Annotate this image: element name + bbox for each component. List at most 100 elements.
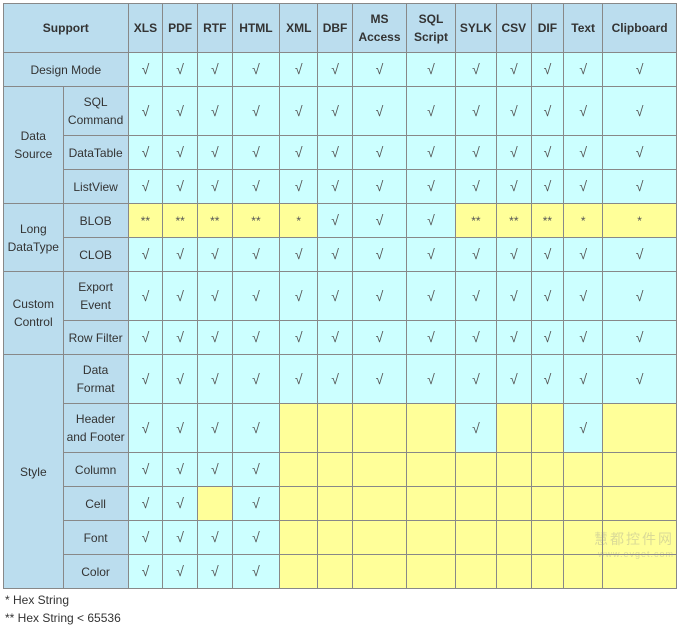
support-cell: √ bbox=[531, 272, 564, 321]
row-header: DataTable bbox=[63, 136, 128, 170]
support-cell bbox=[280, 487, 318, 521]
support-cell: √ bbox=[197, 404, 232, 453]
support-cell: √ bbox=[352, 136, 406, 170]
table-row: Custom ControlExport Event√√√√√√√√√√√√√ bbox=[4, 272, 677, 321]
support-cell: √ bbox=[232, 238, 280, 272]
support-cell: √ bbox=[497, 53, 532, 87]
support-cell bbox=[352, 404, 406, 453]
support-cell bbox=[280, 555, 318, 589]
support-cell: √ bbox=[232, 321, 280, 355]
support-cell: √ bbox=[531, 321, 564, 355]
support-cell: √ bbox=[280, 238, 318, 272]
support-cell bbox=[280, 453, 318, 487]
header-col-sylk: SYLK bbox=[455, 4, 496, 53]
support-cell bbox=[407, 521, 456, 555]
support-cell: √ bbox=[603, 87, 677, 136]
support-cell bbox=[318, 555, 353, 589]
support-cell: √ bbox=[407, 321, 456, 355]
support-cell: √ bbox=[280, 355, 318, 404]
row-header: Header and Footer bbox=[63, 404, 128, 453]
support-cell: √ bbox=[352, 87, 406, 136]
support-cell bbox=[407, 487, 456, 521]
support-cell: √ bbox=[531, 355, 564, 404]
support-cell bbox=[318, 521, 353, 555]
support-cell bbox=[318, 404, 353, 453]
support-cell: √ bbox=[407, 355, 456, 404]
support-cell: √ bbox=[163, 487, 198, 521]
support-cell: √ bbox=[197, 87, 232, 136]
support-cell: √ bbox=[232, 87, 280, 136]
table-body: Design Mode√√√√√√√√√√√√√Data SourceSQL C… bbox=[4, 53, 677, 589]
support-cell: √ bbox=[318, 204, 353, 238]
support-cell bbox=[564, 487, 603, 521]
support-cell bbox=[603, 521, 677, 555]
support-cell: √ bbox=[163, 238, 198, 272]
support-cell: √ bbox=[407, 238, 456, 272]
support-cell: √ bbox=[531, 53, 564, 87]
support-cell: √ bbox=[318, 355, 353, 404]
support-cell bbox=[352, 453, 406, 487]
table-header: Support XLS PDF RTF HTML XML DBF MS Acce… bbox=[4, 4, 677, 53]
support-cell bbox=[455, 521, 496, 555]
group-header: Design Mode bbox=[4, 53, 129, 87]
support-cell: √ bbox=[128, 321, 163, 355]
support-cell: √ bbox=[232, 404, 280, 453]
support-cell: √ bbox=[318, 321, 353, 355]
support-cell: √ bbox=[163, 404, 198, 453]
support-cell: √ bbox=[318, 272, 353, 321]
support-cell: √ bbox=[197, 521, 232, 555]
support-cell: √ bbox=[564, 170, 603, 204]
support-cell: √ bbox=[497, 321, 532, 355]
support-cell: √ bbox=[128, 521, 163, 555]
support-cell bbox=[497, 555, 532, 589]
support-cell: ** bbox=[232, 204, 280, 238]
support-cell: √ bbox=[455, 87, 496, 136]
support-cell bbox=[407, 453, 456, 487]
table-row: ListView√√√√√√√√√√√√√ bbox=[4, 170, 677, 204]
support-cell: √ bbox=[603, 272, 677, 321]
support-cell bbox=[603, 487, 677, 521]
support-cell bbox=[531, 404, 564, 453]
support-cell: √ bbox=[352, 53, 406, 87]
row-header: Font bbox=[63, 521, 128, 555]
table-row: Cell√√√ bbox=[4, 487, 677, 521]
support-cell bbox=[455, 453, 496, 487]
header-col-msaccess: MS Access bbox=[352, 4, 406, 53]
support-cell: √ bbox=[280, 87, 318, 136]
support-cell: √ bbox=[455, 170, 496, 204]
support-cell: √ bbox=[280, 321, 318, 355]
footnote-1: * Hex String bbox=[3, 589, 677, 607]
support-cell: √ bbox=[564, 355, 603, 404]
support-cell: √ bbox=[603, 53, 677, 87]
table-row: Column√√√√ bbox=[4, 453, 677, 487]
header-col-pdf: PDF bbox=[163, 4, 198, 53]
support-cell: √ bbox=[603, 170, 677, 204]
support-cell bbox=[352, 521, 406, 555]
support-cell: √ bbox=[197, 272, 232, 321]
support-cell: √ bbox=[564, 321, 603, 355]
support-cell: * bbox=[280, 204, 318, 238]
support-cell: √ bbox=[197, 355, 232, 404]
support-cell: * bbox=[564, 204, 603, 238]
support-cell: √ bbox=[497, 87, 532, 136]
table-row: StyleData Format√√√√√√√√√√√√√ bbox=[4, 355, 677, 404]
row-header: ListView bbox=[63, 170, 128, 204]
support-cell: √ bbox=[128, 272, 163, 321]
group-header: Data Source bbox=[4, 87, 64, 204]
support-cell: √ bbox=[163, 453, 198, 487]
row-header: Export Event bbox=[63, 272, 128, 321]
support-cell: √ bbox=[197, 321, 232, 355]
header-col-sqlscript: SQL Script bbox=[407, 4, 456, 53]
support-cell: √ bbox=[564, 404, 603, 453]
support-cell bbox=[564, 521, 603, 555]
support-cell bbox=[603, 453, 677, 487]
support-cell: √ bbox=[128, 170, 163, 204]
support-cell: √ bbox=[197, 53, 232, 87]
header-support: Support bbox=[4, 4, 129, 53]
header-col-dif: DIF bbox=[531, 4, 564, 53]
support-cell bbox=[603, 404, 677, 453]
support-cell: √ bbox=[531, 238, 564, 272]
support-cell: √ bbox=[455, 272, 496, 321]
support-cell: √ bbox=[318, 87, 353, 136]
support-cell: √ bbox=[318, 238, 353, 272]
